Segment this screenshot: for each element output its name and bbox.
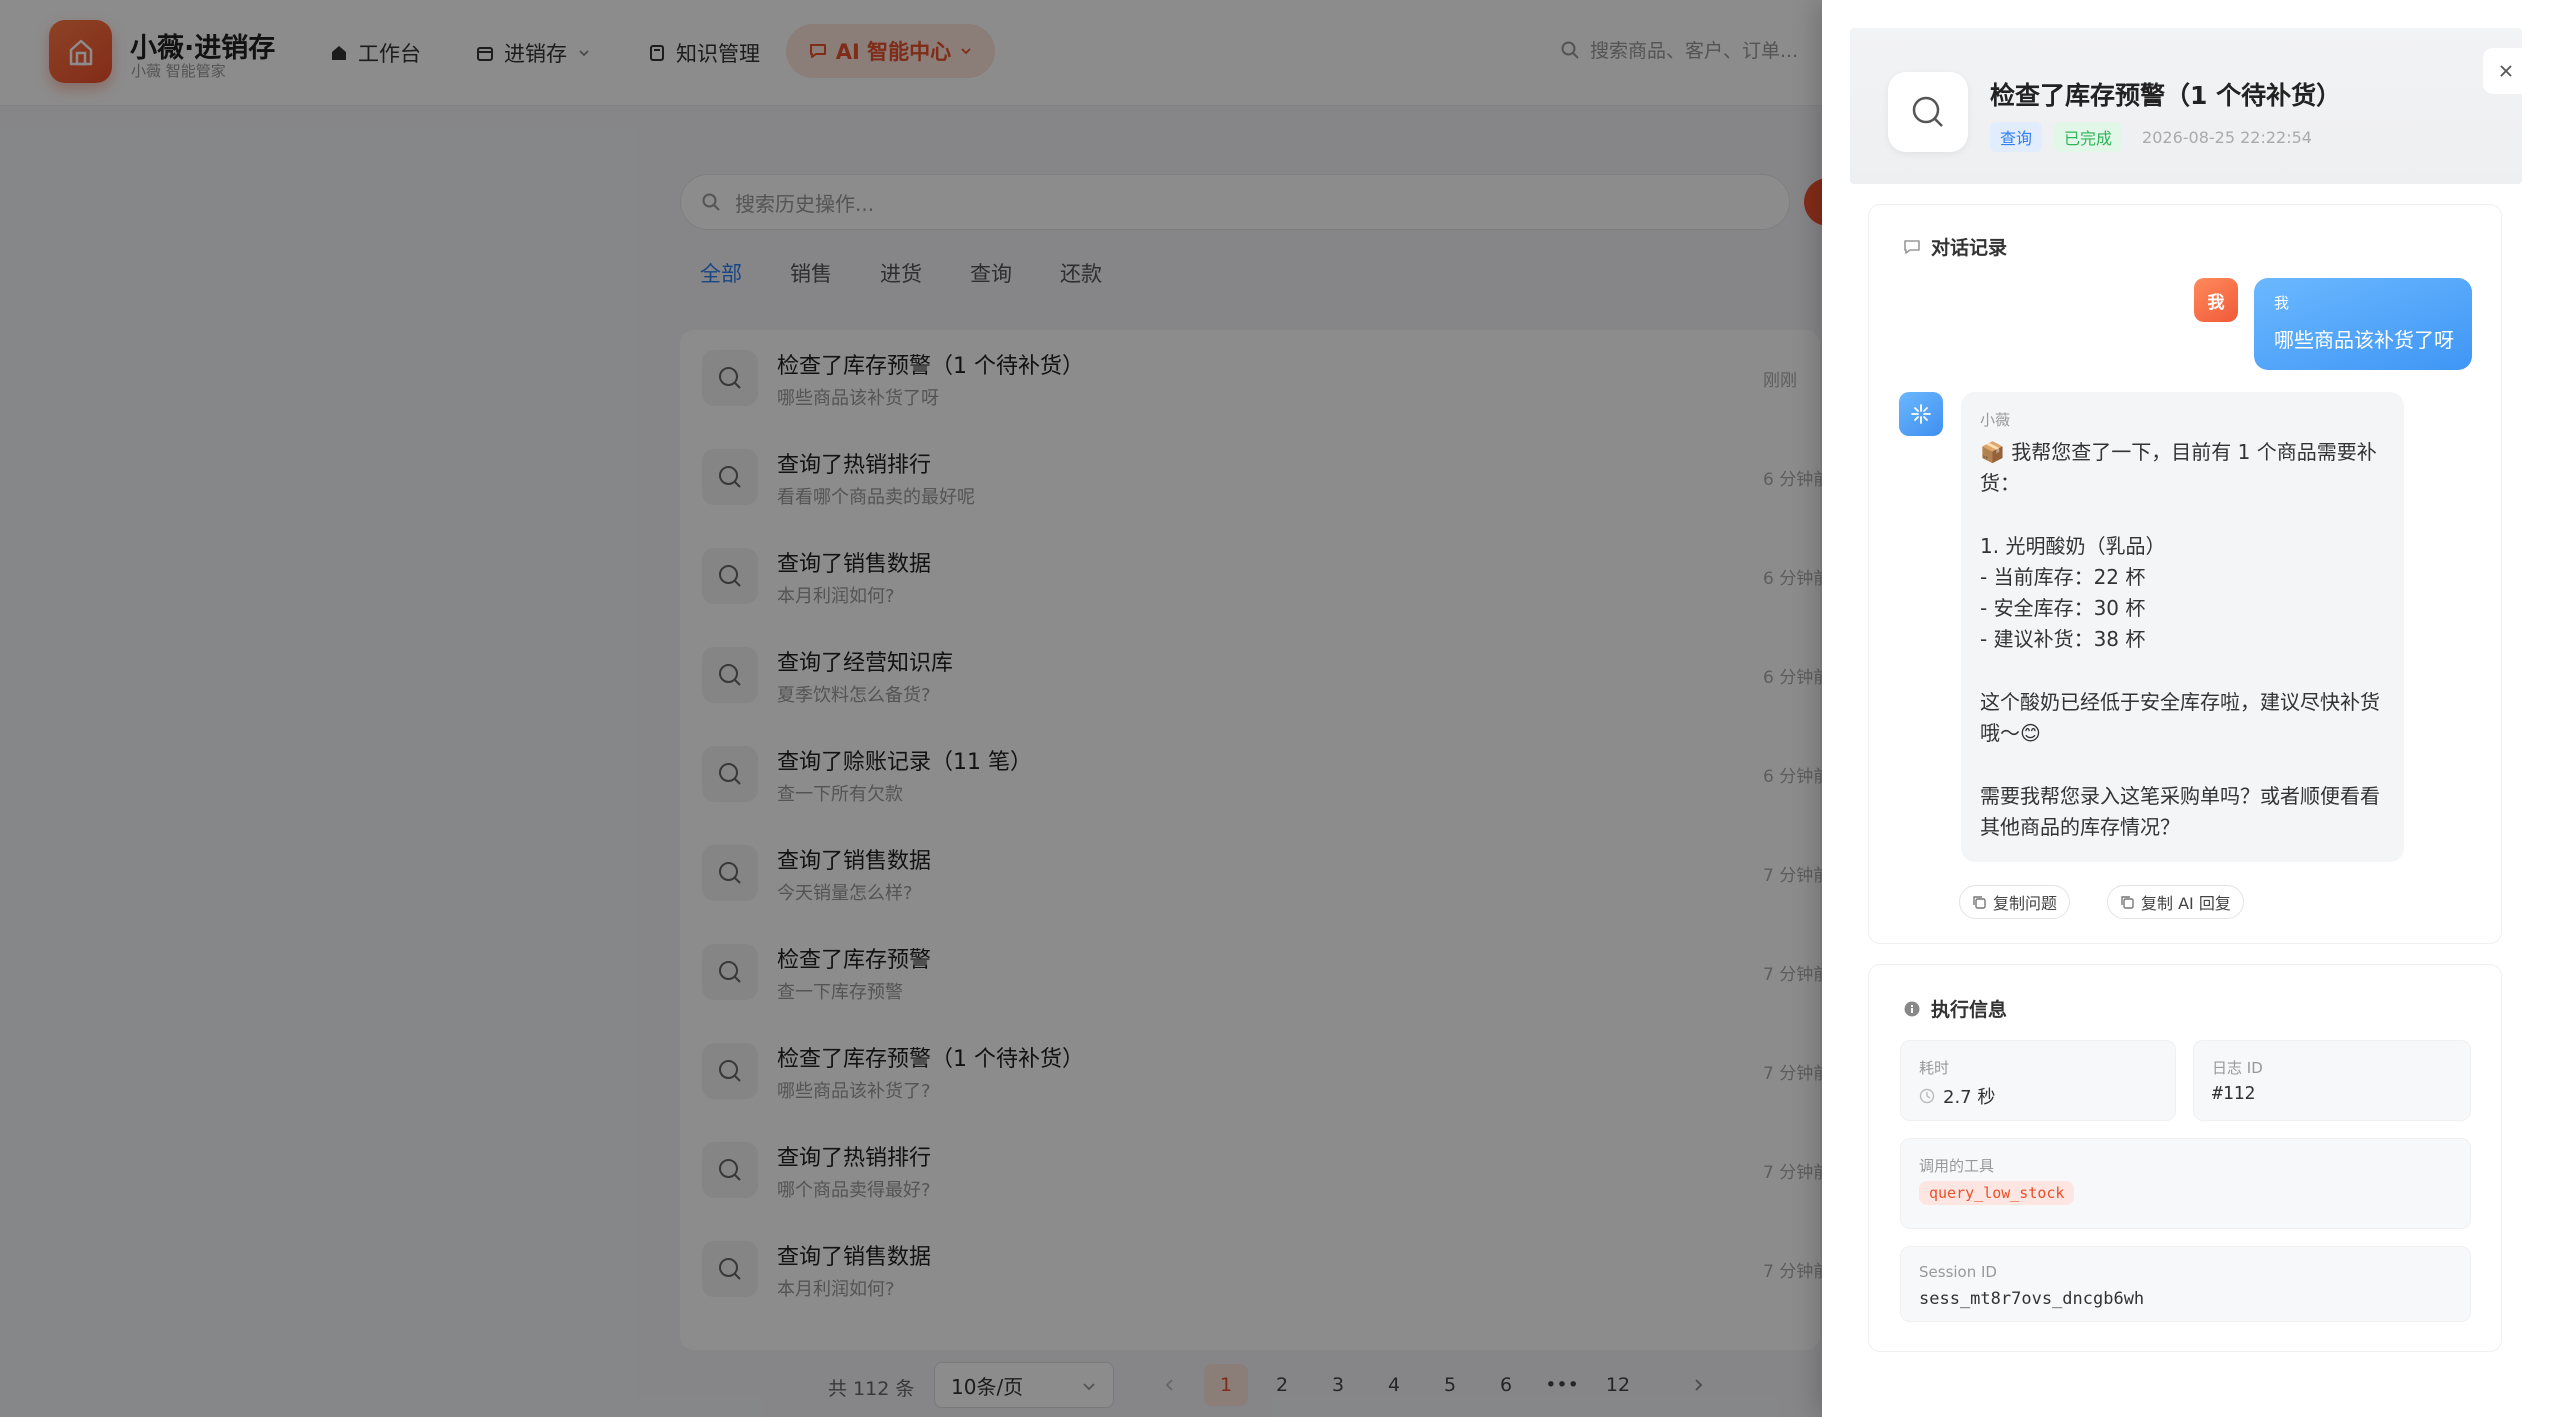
close-button[interactable] [2483, 48, 2529, 94]
ai-message-line: - 当前库存：22 杯 [1980, 565, 2146, 589]
log-id-box: 日志 ID #112 [2193, 1040, 2471, 1121]
session-box: Session ID sess_mt8r7ovs_dncgb6wh [1900, 1246, 2471, 1322]
ai-message-line: 这个酸奶已经低于安全库存啦，建议尽快补货 [1980, 690, 2380, 714]
drawer-title: 检查了库存预警（1 个待补货） [1990, 81, 2342, 110]
ai-avatar [1899, 392, 1943, 436]
copy-icon [2121, 895, 2134, 909]
drawer-header: 检查了库存预警（1 个待补货） 查询 已完成 2026-08-25 22:22:… [1850, 28, 2529, 184]
modal-overlay[interactable] [0, 0, 1822, 1417]
query-icon-box [1888, 72, 1968, 152]
ai-message-line: 其他商品的库存情况？ [1980, 815, 2180, 839]
duration-label: 耗时 [1919, 1059, 1950, 1077]
copy-question-button[interactable]: 复制问题 [1959, 885, 2071, 919]
ai-message-line: - 建议补货：38 杯 [1980, 627, 2146, 651]
user-message: 哪些商品该补货了呀 [2274, 328, 2454, 352]
tool-name-badge: query_low_stock [1919, 1181, 2075, 1205]
execution-section-title: 执行信息 [1903, 995, 2007, 1022]
chat-icon [1904, 239, 1920, 254]
tools-label: 调用的工具 [1919, 1157, 1995, 1175]
duration-box: 耗时 2.7 秒 [1900, 1040, 2176, 1121]
copy-ai-reply-button[interactable]: 复制 AI 回复 [2107, 885, 2244, 919]
session-value: sess_mt8r7ovs_dncgb6wh [1919, 1289, 2145, 1309]
ai-message-line: 📦 我帮您查了一下，目前有 1 个商品需要补 [1980, 440, 2377, 464]
ai-message-line: - 安全库存：30 杯 [1980, 596, 2146, 620]
clock-icon [1919, 1088, 1935, 1104]
ai-message-line: 哦～😊 [1980, 721, 2041, 745]
ai-message-line: 货： [1980, 471, 2020, 495]
status-badge: 已完成 [2054, 122, 2123, 152]
drawer-datetime: 2026-08-25 22:22:54 [2142, 127, 2312, 147]
duration-value: 2.7 秒 [1919, 1083, 1995, 1109]
search-icon [1912, 96, 1943, 127]
log-id-value: #112 [2212, 1083, 2256, 1104]
log-id-label: 日志 ID [2212, 1059, 2263, 1077]
ai-name: 小薇 [1980, 411, 2011, 429]
user-message-bubble: 我 哪些商品该补货了呀 [2254, 278, 2472, 370]
type-badge: 查询 [1990, 122, 2043, 152]
ai-message-bubble: 小薇 📦 我帮您查了一下，目前有 1 个商品需要补 货： 1. 光明酸奶（乳品）… [1961, 392, 2404, 862]
conversation-section-title: 对话记录 [1903, 233, 2007, 260]
tools-box: 调用的工具 query_low_stock [1900, 1138, 2471, 1229]
ai-message-line: 需要我帮您录入这笔采购单吗？或者顺便看看 [1980, 784, 2380, 808]
copy-icon [1973, 895, 1986, 909]
user-name: 我 [2274, 294, 2290, 312]
user-avatar: 我 [2194, 278, 2238, 322]
sparkle-icon [1911, 404, 1931, 424]
ai-message-line: 1. 光明酸奶（乳品） [1980, 534, 2166, 558]
session-label: Session ID [1919, 1263, 1997, 1281]
drawer-meta: 查询 已完成 2026-08-25 22:22:54 [1990, 122, 2312, 152]
info-icon [1904, 1001, 1920, 1016]
close-icon [2500, 65, 2512, 77]
